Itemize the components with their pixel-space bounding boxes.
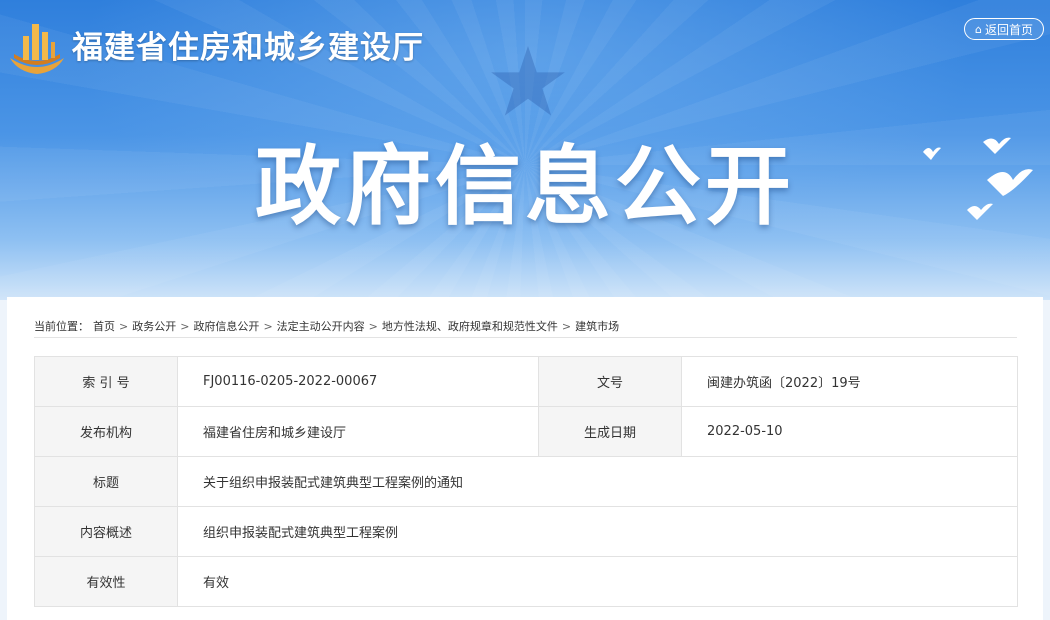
- document-metadata-table: 索 引 号 FJ00116-0205-2022-00067 文号 闽建办筑函〔2…: [34, 356, 1018, 607]
- banner-title: 政府信息公开: [255, 137, 795, 237]
- home-button[interactable]: ⌂ 返回首页: [964, 18, 1044, 40]
- table-row: 内容概述 组织申报装配式建筑典型工程案例: [34, 506, 1018, 557]
- table-row: 有效性 有效: [34, 556, 1018, 607]
- breadcrumb-separator: >: [119, 319, 129, 333]
- breadcrumb-separator: >: [180, 319, 190, 333]
- doves-icon: [923, 137, 1033, 220]
- star-icon: [491, 46, 565, 116]
- summary-value: 组织申报装配式建筑典型工程案例: [177, 506, 1018, 557]
- date-value: 2022-05-10: [681, 406, 1018, 457]
- home-button-label: 返回首页: [984, 22, 1033, 37]
- summary-label: 内容概述: [34, 506, 178, 557]
- breadcrumb-separator: >: [368, 319, 378, 333]
- breadcrumb-home[interactable]: 首页: [93, 318, 115, 334]
- document-number-label: 文号: [538, 356, 682, 407]
- validity-label: 有效性: [34, 556, 178, 607]
- breadcrumb-separator: >: [561, 319, 572, 333]
- publisher-value: 福建省住房和城乡建设厅: [177, 406, 539, 457]
- building-logo-icon: [10, 24, 64, 74]
- title-label: 标题: [34, 456, 178, 507]
- home-icon: ⌂: [975, 22, 982, 36]
- breadcrumb-info-disclosure[interactable]: 政府信息公开: [193, 318, 259, 334]
- site-title[interactable]: 福建省住房和城乡建设厅: [72, 22, 424, 67]
- breadcrumb: 当前位置： 首页 > 政务公开 > 政府信息公开 > 法定主动公开内容 > 地方…: [34, 315, 1017, 338]
- date-label: 生成日期: [538, 406, 682, 457]
- index-number-value: FJ00116-0205-2022-00067: [177, 356, 539, 407]
- table-row: 标题 关于组织申报装配式建筑典型工程案例的通知: [34, 456, 1018, 507]
- title-value: 关于组织申报装配式建筑典型工程案例的通知: [177, 456, 1018, 507]
- breadcrumb-construction-market[interactable]: 建筑市场: [575, 318, 619, 334]
- validity-value: 有效: [177, 556, 1018, 607]
- header-banner: 福建省住房和城乡建设厅 ⌂ 返回首页 政府信息公开: [0, 0, 1050, 300]
- publisher-label: 发布机构: [34, 406, 178, 457]
- table-row: 索 引 号 FJ00116-0205-2022-00067 文号 闽建办筑函〔2…: [34, 356, 1018, 407]
- document-number-value: 闽建办筑函〔2022〕19号: [681, 356, 1018, 407]
- table-row: 发布机构 福建省住房和城乡建设厅 生成日期 2022-05-10: [34, 406, 1018, 457]
- breadcrumb-gov-affairs[interactable]: 政务公开: [132, 318, 176, 334]
- breadcrumb-regulations[interactable]: 地方性法规、政府规章和规范性文件: [382, 318, 558, 334]
- breadcrumb-prefix: 当前位置：: [34, 320, 89, 333]
- breadcrumb-separator: >: [263, 319, 273, 333]
- content-panel: 当前位置： 首页 > 政务公开 > 政府信息公开 > 法定主动公开内容 > 地方…: [7, 297, 1043, 620]
- breadcrumb-statutory-content[interactable]: 法定主动公开内容: [277, 318, 365, 334]
- index-number-label: 索 引 号: [34, 356, 178, 407]
